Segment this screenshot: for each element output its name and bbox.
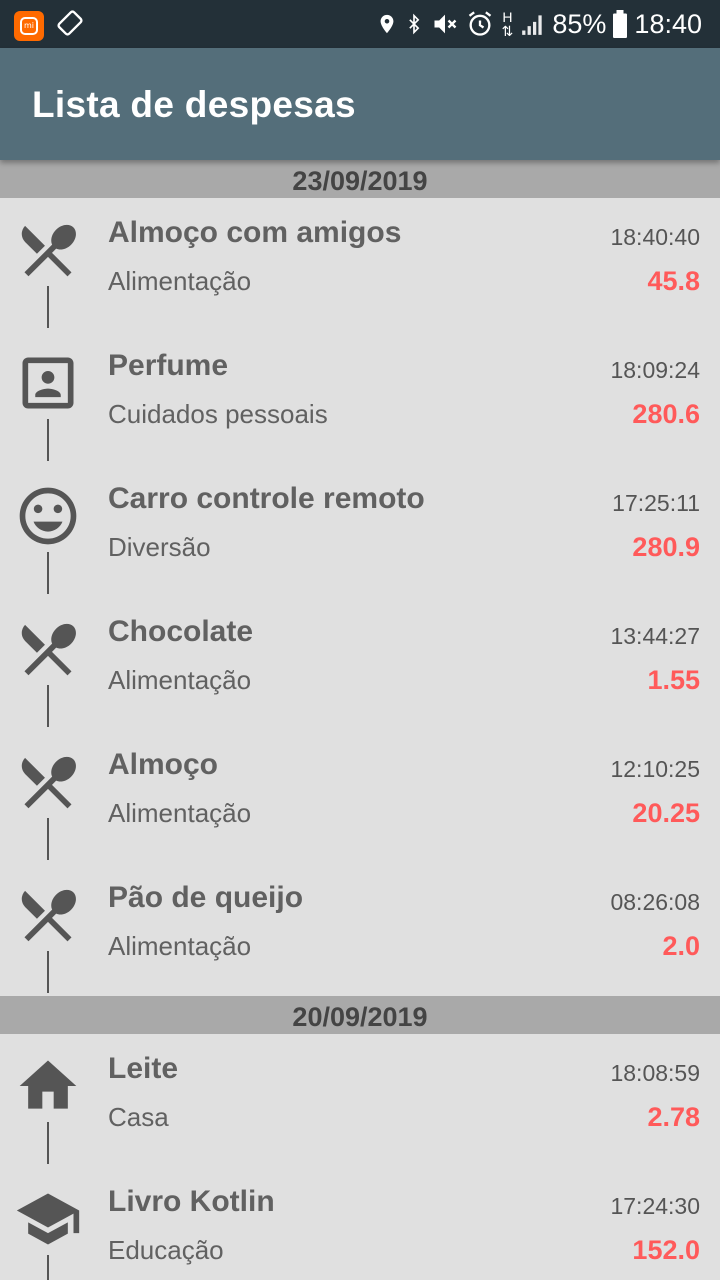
expense-time: 18:40:40	[610, 224, 700, 250]
app-bar: Lista de despesas	[0, 48, 720, 160]
clock: 18:40	[634, 8, 702, 39]
expense-item[interactable]: Almoço Alimentação 12:10:25 20.25	[0, 730, 720, 863]
expense-category: Alimentação	[108, 931, 252, 961]
mi-app-icon: mi	[14, 10, 44, 41]
expense-time: 13:44:27	[610, 623, 700, 649]
expense-item[interactable]: Pão de queijo Alimentação 08:26:08 2.0	[0, 863, 720, 996]
expense-description: Carro controle remoto	[108, 482, 425, 515]
home-icon	[14, 1052, 82, 1120]
expense-amount: 280.9	[632, 532, 700, 562]
expense-time: 18:08:59	[610, 1060, 700, 1086]
expense-category: Diversão	[108, 532, 211, 562]
expense-time: 08:26:08	[610, 889, 700, 915]
expense-amount: 1.55	[647, 665, 700, 695]
expense-time: 17:24:30	[610, 1193, 700, 1219]
restaurant-icon	[14, 216, 82, 284]
expense-description: Chocolate	[108, 615, 254, 648]
portrait-icon	[14, 349, 82, 417]
bluetooth-icon	[404, 10, 424, 38]
expense-category: Alimentação	[108, 266, 252, 296]
expense-item[interactable]: Chocolate Alimentação 13:44:27 1.55	[0, 597, 720, 730]
mute-icon	[430, 10, 460, 38]
network-type-icon: H ⇅	[501, 9, 514, 39]
expense-item[interactable]: Perfume Cuidados pessoais 18:09:24 280.6	[0, 331, 720, 464]
signal-icon	[520, 11, 546, 37]
expense-amount: 280.6	[632, 399, 700, 429]
timeline-connector	[47, 286, 49, 328]
timeline-connector	[47, 951, 49, 993]
school-icon	[14, 1185, 82, 1253]
expense-item[interactable]: Carro controle remoto Diversão 17:25:11 …	[0, 464, 720, 597]
expense-category: Alimentação	[108, 798, 252, 828]
battery-percent: 85%	[552, 8, 607, 39]
expense-list[interactable]: 23/09/2019 Almoço com amigos Alimentação…	[0, 160, 720, 1280]
expense-description: Leite	[108, 1052, 179, 1085]
location-icon	[376, 10, 398, 38]
expense-amount: 20.25	[632, 798, 700, 828]
timeline-connector	[47, 1122, 49, 1164]
expense-time: 17:25:11	[612, 490, 700, 516]
expense-time: 18:09:24	[610, 357, 700, 383]
expense-category: Educação	[108, 1235, 224, 1265]
restaurant-icon	[14, 748, 82, 816]
battery-icon	[612, 10, 628, 38]
screen-rotation-icon	[56, 9, 84, 42]
expense-amount: 152.0	[632, 1235, 700, 1265]
expense-category: Alimentação	[108, 665, 252, 695]
expense-item[interactable]: Leite Casa 18:08:59 2.78	[0, 1034, 720, 1167]
timeline-connector	[47, 685, 49, 727]
expense-description: Livro Kotlin	[108, 1185, 275, 1218]
expense-amount: 2.0	[662, 931, 700, 961]
expense-category: Cuidados pessoais	[108, 399, 328, 429]
expense-item[interactable]: Livro Kotlin Educação 17:24:30 152.0	[0, 1167, 720, 1280]
timeline-connector	[47, 1255, 49, 1280]
smiley-icon	[14, 482, 82, 550]
page-title: Lista de despesas	[32, 84, 356, 125]
timeline-connector	[47, 552, 49, 594]
expense-description: Perfume	[108, 349, 229, 382]
expense-category: Casa	[108, 1102, 169, 1132]
expense-time: 12:10:25	[610, 756, 700, 782]
timeline-connector	[47, 818, 49, 860]
expense-item[interactable]: Almoço com amigos Alimentação 18:40:40 4…	[0, 198, 720, 331]
timeline-connector	[47, 419, 49, 461]
expense-description: Pão de queijo	[108, 881, 304, 914]
status-bar: mi H ⇅ 85% 18:40	[0, 0, 720, 48]
alarm-icon	[466, 10, 494, 38]
restaurant-icon	[14, 615, 82, 683]
date-header: 23/09/2019	[0, 160, 720, 198]
date-header: 20/09/2019	[0, 996, 720, 1034]
expense-description: Almoço com amigos	[108, 216, 402, 249]
expense-amount: 45.8	[647, 266, 700, 296]
expense-description: Almoço	[108, 748, 219, 781]
restaurant-icon	[14, 881, 82, 949]
expense-amount: 2.78	[647, 1102, 700, 1132]
